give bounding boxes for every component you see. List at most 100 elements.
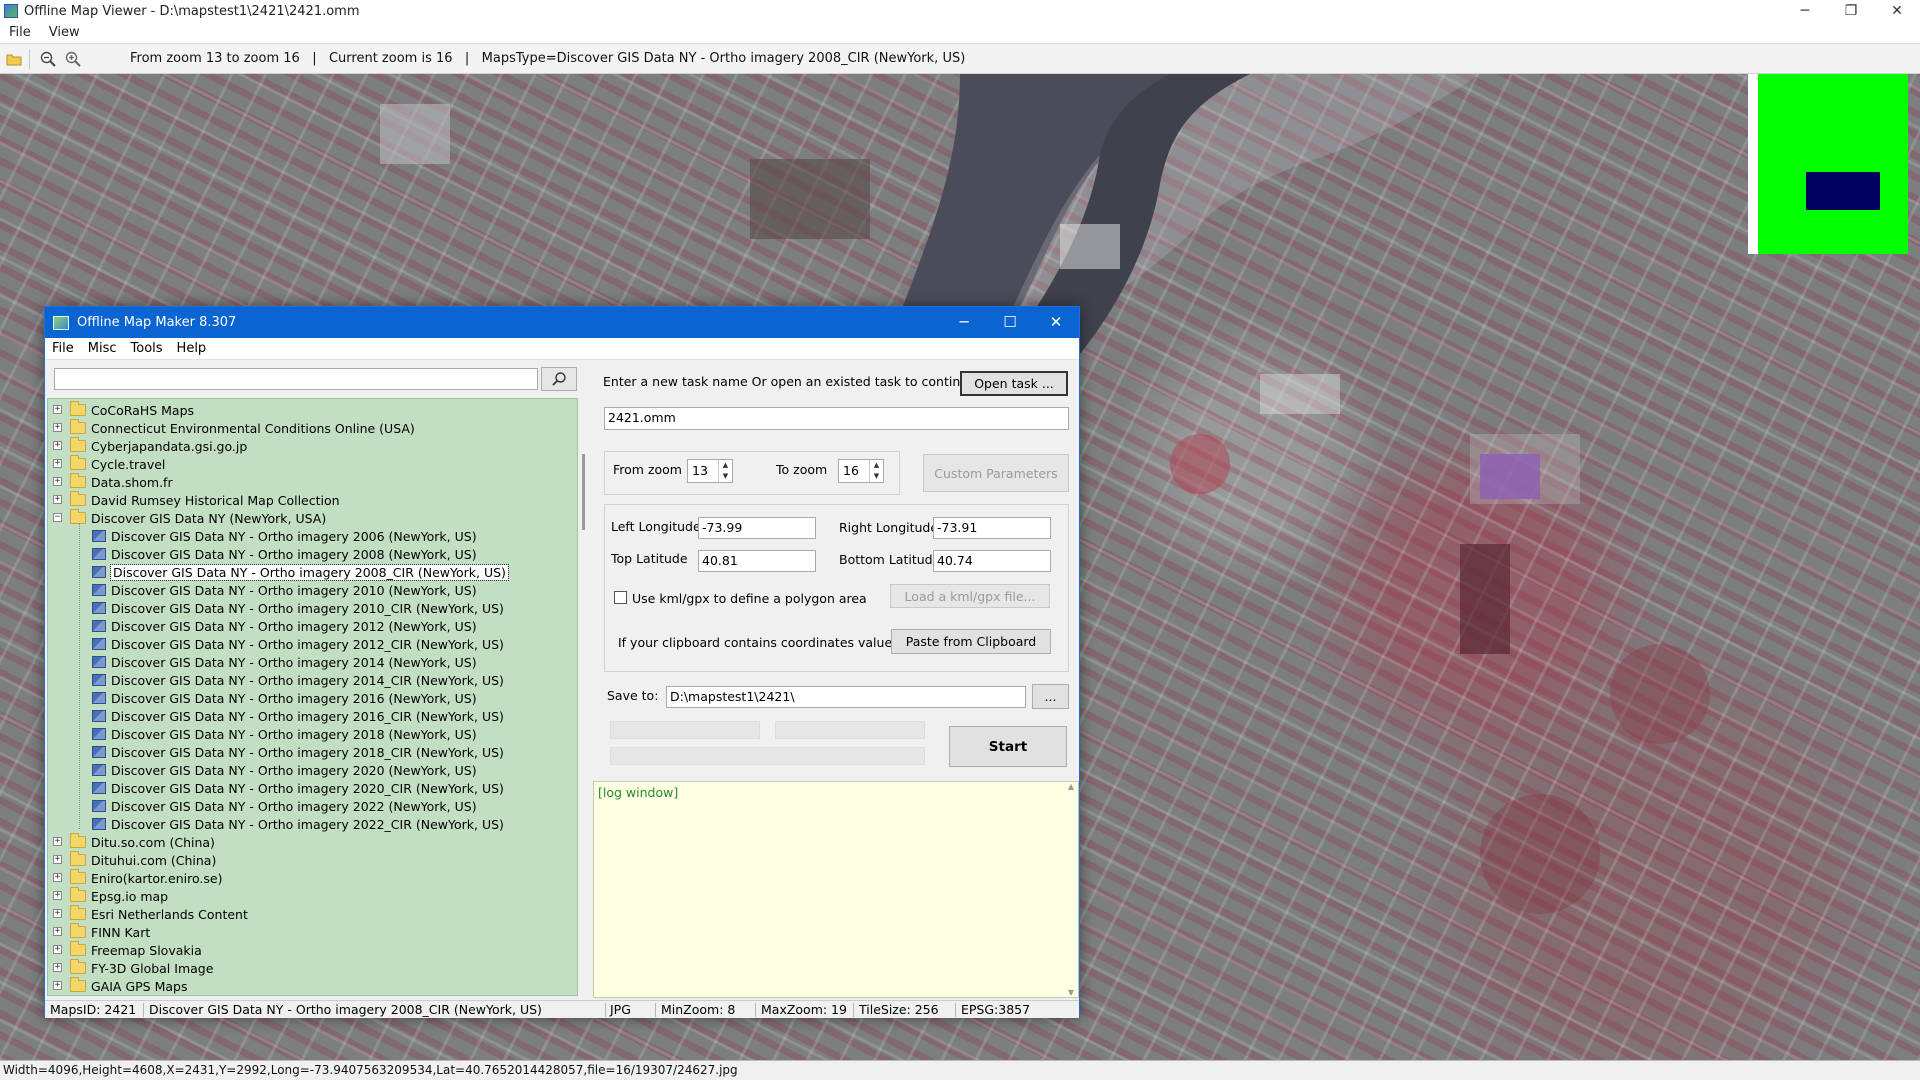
paste-clipboard-button[interactable]: Paste from Clipboard — [891, 629, 1051, 654]
tree-map-item[interactable]: Discover GIS Data NY - Ortho imagery 201… — [92, 671, 504, 689]
expand-icon[interactable]: + — [53, 405, 62, 414]
save-path-input[interactable]: D:\mapstest1\2421\ — [666, 686, 1026, 708]
expand-icon[interactable]: + — [53, 963, 62, 972]
restore-button[interactable]: ❐ — [1828, 0, 1874, 22]
tree-scroll-thumb[interactable] — [582, 454, 585, 530]
expand-icon[interactable]: + — [53, 891, 62, 900]
task-name-input[interactable]: 2421.omm — [604, 407, 1069, 430]
kml-polygon-checkbox[interactable] — [614, 591, 627, 604]
search-button[interactable] — [541, 367, 577, 391]
open-folder-icon[interactable] — [3, 48, 25, 70]
menu-file[interactable]: File — [0, 25, 40, 40]
expand-icon[interactable]: + — [53, 477, 62, 486]
tree-folder-item[interactable]: + Connecticut Environmental Conditions On… — [53, 419, 415, 437]
tree-item-label: GAIA GPS Maps — [91, 978, 188, 994]
expand-icon[interactable]: + — [53, 441, 62, 450]
map-source-tree[interactable]: + CoCoRaHS Maps + Connecticut Environmental… — [47, 398, 578, 996]
right-longitude-input[interactable]: -73.91 — [933, 517, 1051, 539]
tree-folder-item[interactable]: + Dituhui.com (China) — [53, 851, 216, 869]
tree-map-item[interactable]: Discover GIS Data NY - Ortho imagery 201… — [92, 581, 477, 599]
expand-icon[interactable]: + — [53, 495, 62, 504]
spin-up-icon[interactable]: ▲ — [719, 460, 732, 471]
top-latitude-input[interactable]: 40.81 — [698, 550, 816, 572]
tree-folder-item[interactable]: + GAIA GPS Maps — [53, 977, 188, 995]
spin-down-icon[interactable]: ▼ — [870, 471, 883, 482]
dialog-minimize-button[interactable]: ─ — [941, 307, 987, 338]
tree-folder-item[interactable]: + Esri Netherlands Content — [53, 905, 248, 923]
dialog-menu-file[interactable]: File — [45, 341, 81, 356]
dialog-menu-help[interactable]: Help — [170, 341, 214, 356]
tree-map-item[interactable]: Discover GIS Data NY - Ortho imagery 201… — [92, 635, 504, 653]
close-button[interactable]: ✕ — [1874, 0, 1920, 22]
dialog-titlebar[interactable]: Offline Map Maker 8.307 ─ ☐ ✕ — [45, 307, 1079, 338]
dialog-menu-tools[interactable]: Tools — [124, 341, 170, 356]
to-zoom-spinner[interactable]: 16 ▲ ▼ — [838, 459, 884, 483]
tree-folder-item[interactable]: + Epsg.io map — [53, 887, 168, 905]
tree-map-item[interactable]: Discover GIS Data NY - Ortho imagery 201… — [92, 743, 504, 761]
spin-up-icon[interactable]: ▲ — [870, 460, 883, 471]
map-layer-icon — [92, 692, 106, 704]
from-zoom-spinner[interactable]: 13 ▲ ▼ — [687, 459, 733, 483]
left-longitude-input[interactable]: -73.99 — [698, 517, 816, 539]
tree-map-item[interactable]: Discover GIS Data NY - Ortho imagery 201… — [92, 725, 477, 743]
zoom-out-icon[interactable] — [37, 48, 59, 70]
expand-icon[interactable]: + — [53, 909, 62, 918]
tree-folder-item[interactable]: + Ditu.so.com (China) — [53, 833, 215, 851]
tree-folder-item[interactable]: + FINN Kart — [53, 923, 150, 941]
tree-folder-item[interactable]: + David Rumsey Historical Map Collection — [53, 491, 340, 509]
log-window[interactable]: [log window] ▲ ▼ — [593, 781, 1079, 998]
tree-map-item[interactable]: Discover GIS Data NY - Ortho imagery 201… — [92, 707, 504, 725]
minimap[interactable] — [1748, 74, 1908, 254]
collapse-icon[interactable]: − — [53, 513, 62, 522]
tree-scrollbar[interactable] — [579, 398, 591, 996]
tree-map-item[interactable]: Discover GIS Data NY - Ortho imagery 200… — [92, 545, 477, 563]
zoom-in-icon[interactable] — [62, 48, 84, 70]
tree-folder-item[interactable]: + Freemap Slovakia — [53, 941, 202, 959]
spin-down-icon[interactable]: ▼ — [719, 471, 732, 482]
tree-folder-item[interactable]: + CoCoRaHS Maps — [53, 401, 194, 419]
tree-folder-item[interactable]: + Data.shom.fr — [53, 473, 173, 491]
tree-map-item[interactable]: Discover GIS Data NY - Ortho imagery 202… — [92, 797, 477, 815]
expand-icon[interactable]: + — [53, 873, 62, 882]
tree-map-item[interactable]: Discover GIS Data NY - Ortho imagery 201… — [92, 653, 477, 671]
tree-folder-item[interactable]: + Cyberjapandata.gsi.go.jp — [53, 437, 247, 455]
map-search-input[interactable] — [54, 368, 538, 390]
tree-map-item[interactable]: Discover GIS Data NY - Ortho imagery 201… — [92, 599, 504, 617]
custom-parameters-button[interactable]: Custom Parameters — [923, 454, 1069, 492]
dialog-close-button[interactable]: ✕ — [1033, 307, 1079, 338]
dialog-maximize-button[interactable]: ☐ — [987, 307, 1033, 338]
minimize-button[interactable]: ─ — [1782, 0, 1828, 22]
tree-map-item[interactable]: Discover GIS Data NY - Ortho imagery 201… — [92, 617, 477, 635]
tree-map-item[interactable]: Discover GIS Data NY - Ortho imagery 202… — [92, 815, 504, 833]
map-layer-icon — [92, 800, 106, 812]
load-kml-button[interactable]: Load a kml/gpx file... — [890, 584, 1050, 608]
log-scrollbar[interactable]: ▲ ▼ — [1064, 782, 1078, 997]
status-tile-size: TileSize: 256 — [859, 1002, 939, 1017]
expand-icon[interactable]: + — [53, 927, 62, 936]
tree-map-item[interactable]: Discover GIS Data NY - Ortho imagery 202… — [92, 761, 477, 779]
expand-icon[interactable]: + — [53, 837, 62, 846]
expand-icon[interactable]: + — [53, 423, 62, 432]
tree-map-item[interactable]: Discover GIS Data NY - Ortho imagery 200… — [92, 563, 509, 581]
tree-folder-item[interactable]: + Cycle.travel — [53, 455, 165, 473]
tree-map-item[interactable]: Discover GIS Data NY - Ortho imagery 200… — [92, 527, 477, 545]
scroll-down-icon[interactable]: ▼ — [1064, 988, 1078, 997]
open-task-button[interactable]: Open task ... — [960, 371, 1068, 396]
tree-folder-item[interactable]: − Discover GIS Data NY (NewYork, USA) — [53, 509, 326, 527]
tree-folder-item[interactable]: + FY-3D Global Image — [53, 959, 213, 977]
tree-map-item[interactable]: Discover GIS Data NY - Ortho imagery 202… — [92, 779, 504, 797]
dialog-menu-misc[interactable]: Misc — [81, 341, 124, 356]
expand-icon[interactable]: + — [53, 855, 62, 864]
start-button[interactable]: Start — [949, 726, 1067, 767]
minimap-viewport-indicator[interactable] — [1806, 172, 1880, 210]
bottom-latitude-input[interactable]: 40.74 — [933, 550, 1051, 572]
expand-icon[interactable]: + — [53, 981, 62, 990]
tree-folder-item[interactable]: + Eniro(kartor.eniro.se) — [53, 869, 222, 887]
tree-map-item[interactable]: Discover GIS Data NY - Ortho imagery 201… — [92, 689, 477, 707]
status-epsg: EPSG:3857 — [961, 1002, 1031, 1017]
expand-icon[interactable]: + — [53, 945, 62, 954]
menu-view[interactable]: View — [40, 25, 89, 40]
browse-save-path-button[interactable]: ... — [1032, 684, 1069, 709]
scroll-up-icon[interactable]: ▲ — [1064, 782, 1078, 791]
expand-icon[interactable]: + — [53, 459, 62, 468]
